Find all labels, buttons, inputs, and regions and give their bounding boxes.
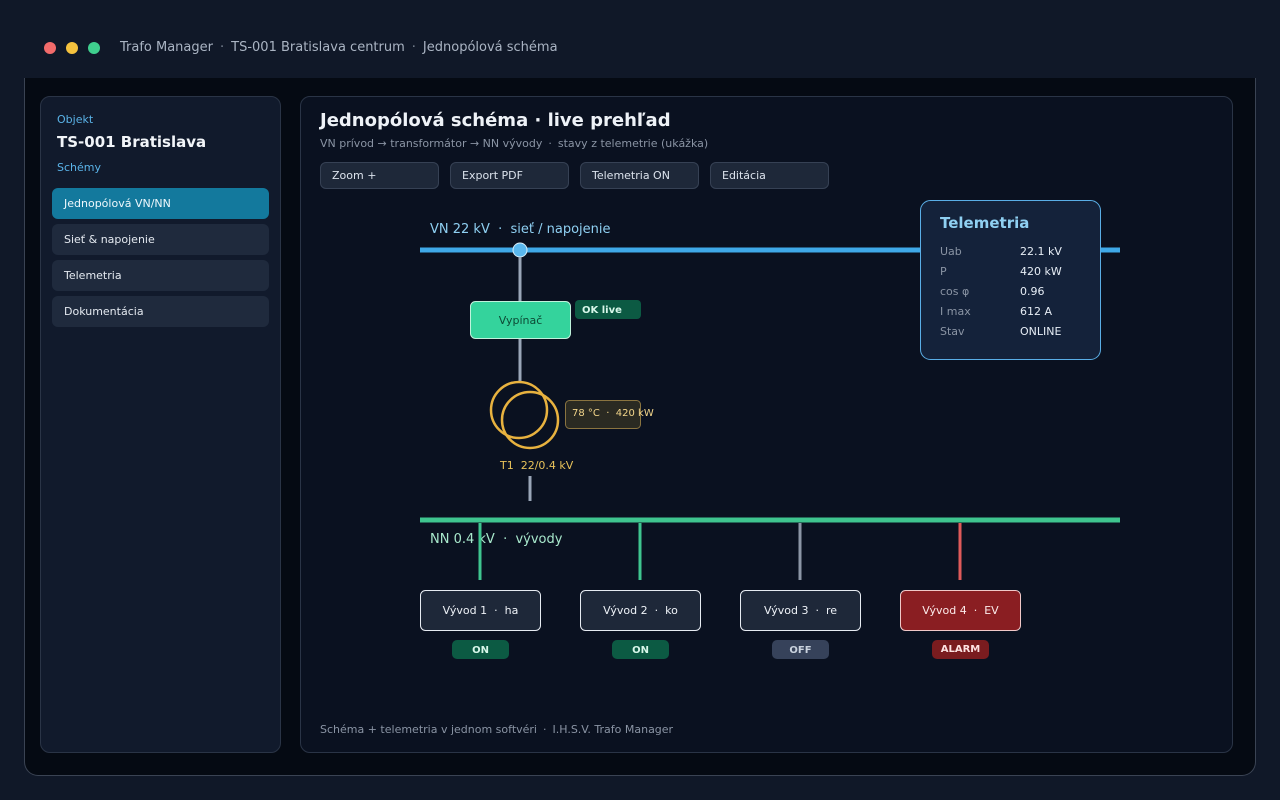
- telemetry-value-p: 420 kW: [1020, 265, 1062, 278]
- transformer-label: T1 22/0.4 kV: [499, 459, 574, 472]
- transformer-primary-winding: [489, 380, 549, 440]
- telemetry-value-state: ONLINE: [1020, 325, 1061, 338]
- vn-bus-label: VN 22 kV · sieť / napojenie: [430, 222, 611, 237]
- breaker-status-text: OK live: [582, 305, 622, 316]
- transformer-secondary-winding: [500, 390, 560, 450]
- feeder-3-status: OFF: [789, 645, 811, 656]
- telemetry-title: Telemetria: [940, 214, 1029, 232]
- feeder-3-label: Vývod 3 · re: [764, 604, 837, 617]
- telemetry-key-state: Stav: [940, 325, 965, 338]
- telemetry-key-p: P: [940, 265, 947, 278]
- feeder-1-label: Vývod 1 · ha: [443, 604, 519, 617]
- telemetry-value-cosphi: 0.96: [1020, 285, 1045, 298]
- telemetry-key-cosphi: cos φ: [940, 285, 969, 298]
- single-line-diagram: VN 22 kV · sieť / napojenie Vypínač OK l…: [420, 200, 1120, 659]
- feeder-4-status: ALARM: [941, 644, 981, 655]
- telemetry-value-uab: 22.1 kV: [1020, 245, 1062, 258]
- telemetry-value-imax: 612 A: [1020, 305, 1052, 318]
- nn-bus-label: NN 0.4 kV · vývody: [430, 532, 563, 547]
- connection-node: [512, 242, 528, 258]
- telemetry-key-imax: I max: [940, 305, 971, 318]
- telemetry-key-uab: Uab: [940, 245, 962, 258]
- breaker-label: Vypínač: [499, 314, 543, 327]
- feeder-2-status: ON: [632, 645, 649, 656]
- feeder-4-label: Vývod 4 · EV: [922, 604, 999, 617]
- feeder-1-status: ON: [472, 645, 489, 656]
- feeder-2-label: Vývod 2 · ko: [603, 604, 678, 617]
- transformer-info-text: 78 °C · 420 kW: [572, 408, 654, 419]
